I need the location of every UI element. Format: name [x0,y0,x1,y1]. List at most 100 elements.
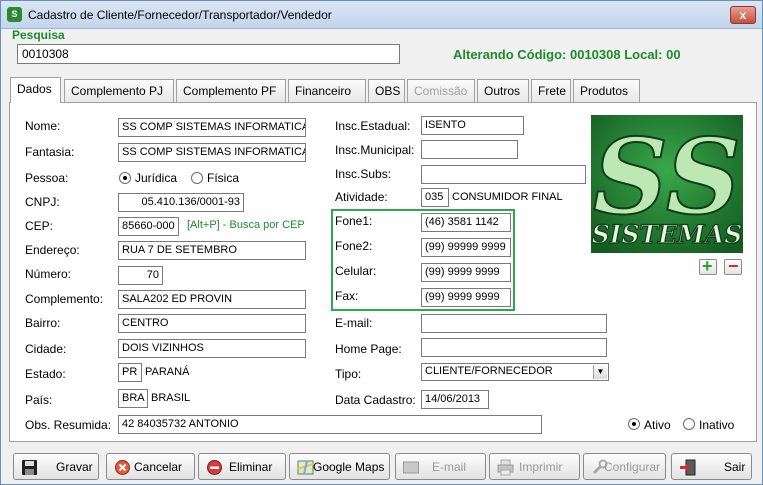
tab-frete[interactable]: Frete [531,79,571,102]
configurar-button: Configurar [583,453,666,480]
ss-sistemas-logo-graphic: SS SISTEMAS [591,115,743,253]
fone1-label: Fone1: [335,214,373,228]
sair-label: Sair [724,460,746,474]
obs-resumida-field[interactable]: 42 84035732 ANTONIO [118,415,542,434]
google-maps-label: Google Maps [313,460,385,474]
estado-code-field[interactable]: PR [118,363,142,382]
data-cadastro-label: Data Cadastro: [335,393,416,407]
tab-produtos[interactable]: Produtos [573,79,640,102]
fantasia-label: Fantasia: [25,145,75,159]
tab-complemento-pj[interactable]: Complemento PJ [64,79,174,102]
imprimir-button: Imprimir [489,453,580,480]
nome-label: Nome: [25,119,61,133]
logo-sistemas-text: SISTEMAS [592,220,743,249]
estado-name: PARANÁ [145,366,190,378]
cancelar-label: Cancelar [134,460,183,474]
complemento-field[interactable]: SALA202 ED PROVIN [118,290,306,309]
email-label: E-mail: [335,316,373,330]
pais-label: País: [25,393,53,407]
estado-label: Estado: [25,367,66,381]
complemento-label: Complemento: [25,292,104,306]
add-photo-button[interactable]: + [699,256,717,276]
fone1-field[interactable]: (46) 3581 1142 [421,213,511,232]
pessoa-juridica-radio[interactable] [119,172,131,184]
tab-outros[interactable]: Outros [477,79,529,102]
plus-icon: + [702,256,713,276]
insc-subs-label: Insc.Subs: [335,167,392,181]
pais-name: BRASIL [151,392,191,404]
nome-field[interactable]: SS COMP SISTEMAS INFORMATICA [118,118,306,137]
tipo-label: Tipo: [335,367,362,381]
cidade-field[interactable]: DOIS VIZINHOS [118,339,306,358]
insc-subs-field[interactable] [421,165,586,184]
imprimir-label: Imprimir [519,460,563,474]
configurar-label: Configurar [604,460,661,474]
ativo-radio[interactable] [628,418,640,430]
action-bar: Gravar Cancelar Eliminar Google Maps E-m… [9,453,757,481]
tab-dados[interactable]: Dados [10,77,61,103]
tipo-select-value: CLIENTE/FORNECEDOR [425,365,553,377]
cancelar-button[interactable]: Cancelar [106,453,195,480]
endereco-label: Endereço: [25,243,80,257]
tipo-select[interactable]: CLIENTE/FORNECEDOR ▼ [421,363,609,381]
tab-comissao: Comissão [407,79,475,102]
bairro-label: Bairro: [25,316,61,330]
status-text: Alterando Código: 0010308 Local: 00 [453,47,681,62]
cidade-label: Cidade: [25,342,67,356]
pessoa-label: Pessoa: [25,171,69,185]
pais-code-field[interactable]: BRA [118,389,148,408]
close-button[interactable]: x [730,6,756,24]
insc-estadual-field[interactable]: ISENTO [421,116,524,135]
endereco-field[interactable]: RUA 7 DE SETEMBRO [118,241,306,260]
inativo-label: Inativo [699,418,735,432]
email-button: E-mail [395,453,486,480]
celular-field[interactable]: (99) 9999 9999 [421,263,511,282]
cancel-icon [115,460,130,475]
search-group-label: Pesquisa [12,28,65,42]
email-field[interactable] [421,314,607,333]
envelope-icon [403,461,419,474]
fone2-field[interactable]: (99) 99999 9999 [421,238,511,257]
cep-field[interactable]: 85660-000 [118,217,179,236]
search-input[interactable]: 0010308 [17,44,400,64]
app-icon: S [7,7,22,22]
save-disk-icon [22,460,37,475]
remove-photo-button[interactable]: − [724,256,742,276]
numero-field[interactable]: 70 [118,266,163,285]
fax-label: Fax: [335,289,359,303]
tab-financeiro[interactable]: Financeiro [288,79,366,102]
cnpj-label: CNPJ: [25,195,60,209]
exit-door-icon [680,459,696,476]
chevron-down-icon[interactable]: ▼ [593,365,607,379]
numero-label: Número: [25,267,72,281]
data-cadastro-field[interactable]: 14/06/2013 [421,390,489,409]
window-title: Cadastro de Cliente/Fornecedor/Transport… [28,8,332,22]
gravar-label: Gravar [56,460,93,474]
homepage-label: Home Page: [335,342,402,356]
homepage-field[interactable] [421,338,607,357]
tab-obs[interactable]: OBS [368,79,405,102]
main-window: S Cadastro de Cliente/Fornecedor/Transpo… [0,0,763,485]
title-bar[interactable]: S Cadastro de Cliente/Fornecedor/Transpo… [1,1,762,29]
inativo-radio[interactable] [683,418,695,430]
cnpj-field[interactable]: 05.410.136/0001-93 [118,193,244,212]
pessoa-juridica-label: Jurídica [135,171,178,185]
printer-icon [497,459,514,476]
eliminar-button[interactable]: Eliminar [198,453,286,480]
pessoa-fisica-label: Física [207,171,240,185]
bairro-field[interactable]: CENTRO [118,314,306,333]
tab-complemento-pf[interactable]: Complemento PF [176,79,286,102]
obs-resumida-label: Obs. Resumida: [25,418,112,432]
atividade-code-field[interactable]: 035 [421,188,449,207]
google-maps-button[interactable]: Google Maps [289,453,390,480]
insc-municipal-field[interactable] [421,140,518,159]
fone2-label: Fone2: [335,239,373,253]
fax-field[interactable]: (99) 9999 9999 [421,288,511,307]
pessoa-fisica-radio[interactable] [191,172,203,184]
celular-label: Celular: [335,264,377,278]
atividade-label: Atividade: [335,190,388,204]
fantasia-field[interactable]: SS COMP SISTEMAS INFORMATICA [118,143,306,162]
sair-button[interactable]: Sair [671,453,752,480]
insc-estadual-label: Insc.Estadual: [335,119,411,133]
gravar-button[interactable]: Gravar [13,453,99,480]
